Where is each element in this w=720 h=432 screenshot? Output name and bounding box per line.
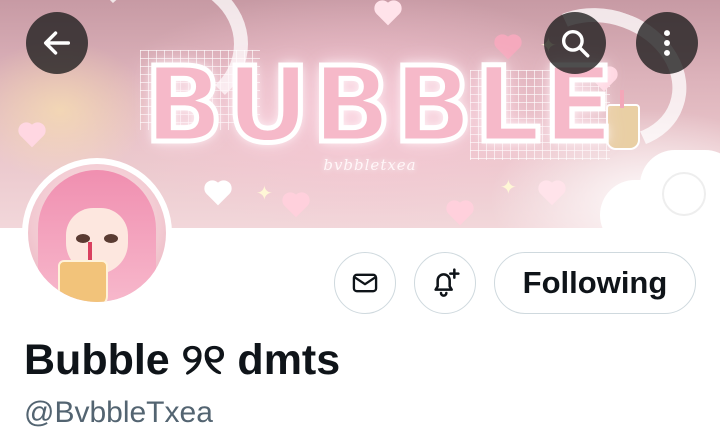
- search-icon: [561, 29, 590, 58]
- display-name: Bubble ୨୧ dmts: [24, 336, 341, 384]
- banner-subtitle: bvbbletxea: [323, 156, 417, 174]
- heart-icon: [540, 182, 564, 206]
- heart-icon: [376, 2, 400, 26]
- avatar-eye: [104, 234, 118, 243]
- notifications-button[interactable]: [414, 252, 476, 314]
- heart-icon: [448, 202, 472, 226]
- sparkle-icon: ✦: [500, 177, 517, 199]
- search-button[interactable]: [544, 12, 606, 74]
- more-vertical-icon: [664, 30, 670, 56]
- following-button[interactable]: Following: [494, 252, 696, 314]
- message-button[interactable]: [334, 252, 396, 314]
- bear-sticker-icon: [662, 172, 706, 216]
- avatar-image: [28, 164, 166, 302]
- heart-icon: [20, 124, 44, 148]
- heart-icon: [284, 194, 308, 218]
- avatar[interactable]: [22, 158, 172, 308]
- avatar-cup: [58, 260, 108, 302]
- heart-icon: [206, 182, 230, 206]
- profile-handle: @BvbbleTxea: [24, 396, 213, 429]
- bell-plus-icon: [434, 268, 460, 297]
- arrow-left-icon: [43, 31, 71, 55]
- banner-title: BUBBLE: [142, 42, 617, 169]
- envelope-icon: [352, 273, 378, 293]
- more-options-button[interactable]: [636, 12, 698, 74]
- back-button[interactable]: [26, 12, 88, 74]
- sparkle-icon: ✦: [256, 183, 273, 205]
